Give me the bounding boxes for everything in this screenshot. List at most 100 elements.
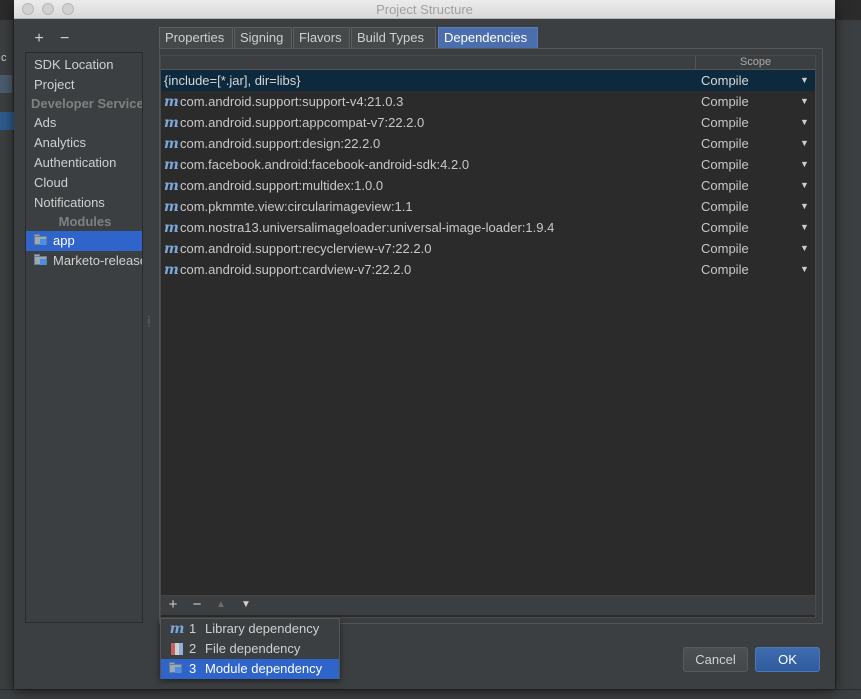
scope-dropdown-icon[interactable]: ▼: [800, 91, 809, 112]
dependency-name: {include=[*.jar], dir=libs}: [164, 73, 301, 88]
ide-left-dropdown[interactable]: [0, 75, 12, 93]
scope-dropdown-icon[interactable]: ▼: [800, 238, 809, 259]
maven-library-icon: m: [169, 621, 185, 637]
sidebar-item-sdk-location[interactable]: SDK Location: [26, 55, 142, 75]
menu-item-file-dependency[interactable]: 2 File dependency: [161, 639, 339, 659]
table-row[interactable]: mcom.android.support:recyclerview-v7:22.…: [161, 238, 815, 259]
move-down-button[interactable]: ▼: [236, 596, 256, 614]
table-row[interactable]: mcom.android.support:appcompat-v7:22.2.0…: [161, 112, 815, 133]
maven-library-icon: m: [164, 262, 179, 278]
table-row[interactable]: mcom.android.support:cardview-v7:22.2.0 …: [161, 259, 815, 280]
scope-dropdown-icon[interactable]: ▼: [800, 70, 809, 91]
cancel-button[interactable]: Cancel: [683, 647, 748, 672]
dependency-name: com.android.support:multidex:1.0.0: [180, 178, 384, 193]
dependencies-toolbar: + − ▲ ▼: [161, 595, 815, 615]
table-row[interactable]: mcom.nostra13.universalimageloader:unive…: [161, 217, 815, 238]
tab-flavors[interactable]: Flavors: [293, 27, 350, 48]
modules-header: Modules: [58, 214, 112, 229]
remove-module-button[interactable]: −: [54, 30, 76, 48]
left-toolbar: + −: [28, 30, 76, 48]
tab-properties[interactable]: Properties: [159, 27, 233, 48]
maven-library-icon: m: [164, 136, 179, 152]
table-row[interactable]: mcom.pkmmte.view:circularimageview:1.1 C…: [161, 196, 815, 217]
ide-status-bar: [0, 689, 861, 699]
dependency-name: com.facebook.android:facebook-android-sd…: [180, 157, 470, 172]
maven-library-icon: m: [164, 199, 179, 215]
sidebar-item-cloud[interactable]: Cloud: [26, 173, 142, 193]
sidebar-module-app[interactable]: app: [26, 231, 142, 251]
module-label: app: [53, 233, 75, 248]
sidebar-item-project[interactable]: Project: [26, 75, 142, 95]
add-dependency-menu: m 1 Library dependency 2 File dependency…: [160, 618, 340, 679]
scope-dropdown-icon[interactable]: ▼: [800, 175, 809, 196]
scope-dropdown-icon[interactable]: ▼: [800, 112, 809, 133]
tab-dependencies[interactable]: Dependencies: [438, 27, 538, 48]
dependency-scope[interactable]: Compile: [701, 70, 749, 91]
dependency-name: com.android.support:support-v4:21.0.3: [180, 94, 404, 109]
dependency-scope[interactable]: Compile: [701, 175, 749, 196]
module-label: Marketo-release: [53, 253, 143, 268]
maven-library-icon: m: [164, 115, 179, 131]
maven-library-icon: m: [164, 94, 179, 110]
table-row[interactable]: mcom.android.support:design:22.2.0 Compi…: [161, 133, 815, 154]
dependency-scope[interactable]: Compile: [701, 217, 749, 238]
dependency-name: com.android.support:recyclerview-v7:22.2…: [180, 241, 432, 256]
sidebar-item-ads[interactable]: Ads: [26, 113, 142, 133]
dependency-name: com.nostra13.universalimageloader:univer…: [180, 220, 555, 235]
dependency-name: com.android.support:appcompat-v7:22.2.0: [180, 115, 425, 130]
dependency-name: com.android.support:cardview-v7:22.2.0: [180, 262, 412, 277]
menu-item-library-dependency[interactable]: m 1 Library dependency: [161, 619, 339, 639]
dependency-scope[interactable]: Compile: [701, 133, 749, 154]
dependency-scope[interactable]: Compile: [701, 196, 749, 217]
dependency-name: com.pkmmte.view:circularimageview:1.1: [180, 199, 413, 214]
tab-build-types[interactable]: Build Types: [351, 27, 436, 48]
scope-dropdown-icon[interactable]: ▼: [800, 196, 809, 217]
table-row[interactable]: mcom.facebook.android:facebook-android-s…: [161, 154, 815, 175]
dependency-scope[interactable]: Compile: [701, 112, 749, 133]
dependency-scope[interactable]: Compile: [701, 259, 749, 280]
maven-library-icon: m: [164, 178, 179, 194]
menu-item-number: 3: [189, 661, 197, 676]
menu-item-label: Module dependency: [205, 661, 323, 676]
table-row[interactable]: mcom.android.support:support-v4:21.0.3 C…: [161, 91, 815, 112]
add-dependency-button[interactable]: +: [163, 596, 183, 614]
window-title: Project Structure: [376, 2, 473, 17]
sidebar-module-marketo[interactable]: Marketo-release: [26, 251, 143, 271]
scope-dropdown-icon[interactable]: ▼: [800, 133, 809, 154]
ide-right-strip: [835, 20, 861, 690]
scope-dropdown-icon[interactable]: ▼: [800, 217, 809, 238]
remove-dependency-button[interactable]: −: [187, 596, 207, 614]
column-header-scope[interactable]: Scope: [695, 56, 815, 70]
tab-signing[interactable]: Signing: [234, 27, 292, 48]
maven-library-icon: m: [164, 157, 179, 173]
module-folder-icon: [169, 662, 183, 674]
dependency-scope[interactable]: Compile: [701, 154, 749, 175]
scope-dropdown-icon[interactable]: ▼: [800, 154, 809, 175]
splitter-handle[interactable]: ⋮ ⋮: [145, 316, 153, 332]
settings-sidebar: SDK Location Project Developer Services …: [25, 52, 143, 623]
sidebar-item-notifications[interactable]: Notifications: [26, 193, 142, 213]
title-bar: Project Structure: [14, 0, 835, 19]
ide-left-selection: [0, 112, 14, 130]
sidebar-item-analytics[interactable]: Analytics: [26, 133, 142, 153]
maven-library-icon: m: [164, 220, 179, 236]
move-up-button[interactable]: ▲: [211, 596, 231, 614]
scope-dropdown-icon[interactable]: ▼: [800, 259, 809, 280]
dependency-scope[interactable]: Compile: [701, 91, 749, 112]
dependency-scope[interactable]: Compile: [701, 238, 749, 259]
table-header: Scope: [161, 56, 815, 70]
table-row[interactable]: {include=[*.jar], dir=libs} Compile ▼: [161, 70, 815, 91]
project-structure-dialog: Project Structure + − SDK Location Proje…: [14, 0, 835, 689]
menu-item-module-dependency[interactable]: 3 Module dependency: [161, 659, 339, 679]
add-module-button[interactable]: +: [28, 30, 50, 48]
jar-file-icon: [171, 643, 183, 655]
module-folder-icon: [34, 254, 48, 266]
menu-item-label: File dependency: [205, 641, 301, 656]
maven-library-icon: m: [164, 241, 179, 257]
ok-button[interactable]: OK: [755, 647, 820, 672]
sidebar-item-authentication[interactable]: Authentication: [26, 153, 142, 173]
menu-item-label: Library dependency: [205, 621, 320, 636]
developer-services-header: Developer Services: [31, 96, 143, 111]
dependencies-table: Scope {include=[*.jar], dir=libs} Compil…: [160, 55, 816, 618]
table-row[interactable]: mcom.android.support:multidex:1.0.0 Comp…: [161, 175, 815, 196]
